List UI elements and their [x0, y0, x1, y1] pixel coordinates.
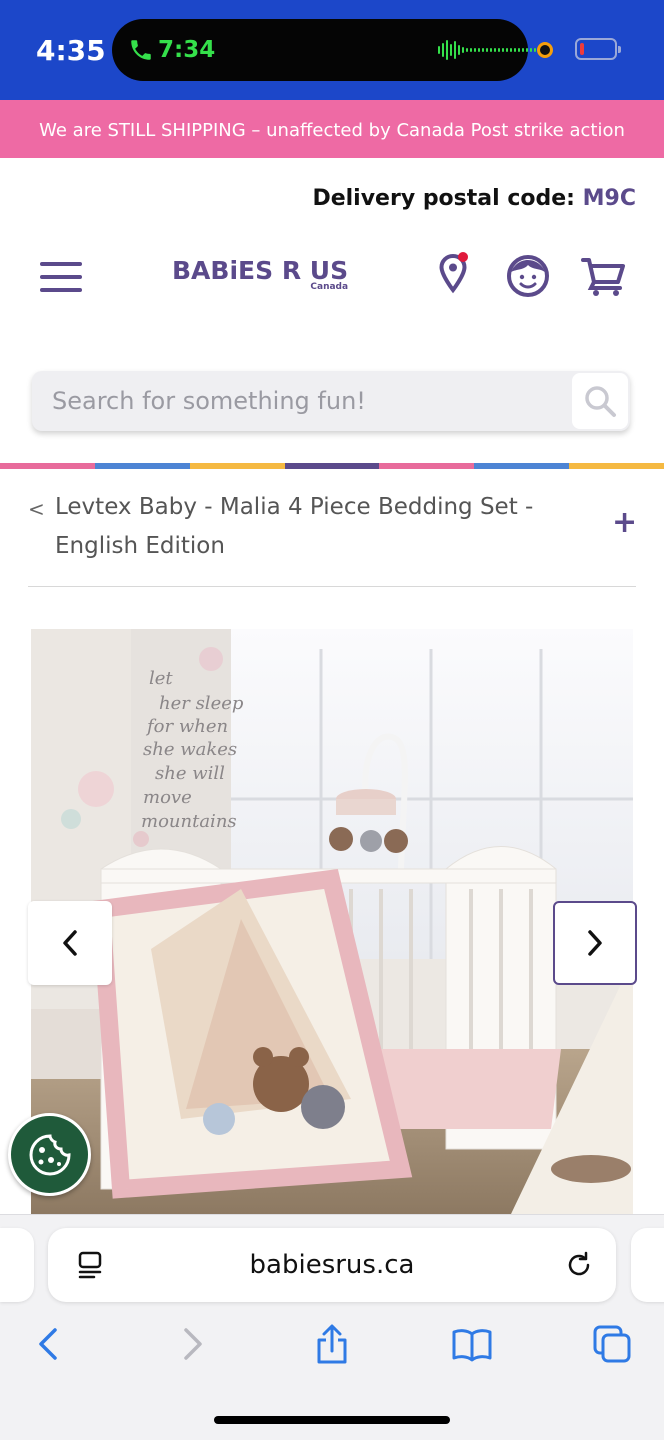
logo-subtitle: Canada — [310, 282, 349, 292]
search-input[interactable] — [32, 371, 572, 431]
share-icon — [317, 1324, 347, 1364]
location-pin-icon[interactable] — [437, 252, 469, 294]
stripe-segment — [284, 463, 380, 469]
phone-icon — [131, 40, 151, 60]
chevron-right-icon — [588, 930, 602, 956]
wall-text-line-4: she wakes — [143, 739, 237, 760]
camera-dot-icon — [537, 42, 553, 58]
bookmarks-button[interactable] — [450, 1322, 494, 1366]
wall-text-line-2: her sleep — [159, 693, 244, 714]
forward-icon — [184, 1328, 202, 1360]
stripe-segment — [474, 463, 570, 469]
cookie-settings-button[interactable] — [8, 1113, 91, 1196]
back-button[interactable] — [26, 1322, 70, 1366]
stripe-segment — [189, 463, 285, 469]
next-tab-peek[interactable] — [631, 1228, 664, 1302]
back-icon — [39, 1328, 57, 1360]
chevron-left-icon — [63, 930, 77, 956]
back-link[interactable]: < — [28, 497, 45, 521]
site-logo[interactable]: BABiES R US Canada — [172, 256, 349, 292]
color-stripe — [0, 463, 664, 469]
search-bar — [32, 371, 630, 431]
promo-banner[interactable]: We are STILL SHIPPING – unaffected by Ca… — [0, 100, 664, 158]
cookie-icon — [29, 1133, 71, 1175]
postal-code[interactable]: M9C — [583, 186, 636, 211]
wall-text-line-3: for when — [145, 716, 228, 737]
product-title: Levtex Baby - Malia 4 Piece Bedding Set … — [55, 494, 534, 559]
url-text: babiesrus.ca — [249, 1250, 415, 1280]
search-button[interactable] — [572, 373, 628, 429]
menu-icon[interactable] — [40, 262, 82, 294]
stripe-segment — [94, 463, 190, 469]
expand-button[interactable]: + — [612, 508, 637, 538]
delivery-label: Delivery postal code: — [312, 186, 575, 211]
tabs-button[interactable] — [590, 1322, 634, 1366]
reload-icon[interactable] — [564, 1250, 594, 1280]
call-indicator[interactable]: 7:34 — [128, 33, 215, 67]
cart-icon[interactable] — [580, 256, 626, 298]
stripe-segment — [0, 463, 95, 469]
bookmarks-icon — [452, 1329, 492, 1362]
delivery-postal-code[interactable]: Delivery postal code: M9C — [312, 186, 636, 211]
previous-tab-peek[interactable] — [0, 1228, 34, 1302]
wall-text-line-1: let — [149, 668, 173, 689]
stripe-segment — [569, 463, 664, 469]
product-image[interactable]: let her sleep for when she wakes she wil… — [31, 629, 633, 1214]
waveform-icon — [438, 39, 548, 61]
forward-button[interactable] — [171, 1322, 215, 1366]
status-time: 4:35 — [36, 34, 106, 67]
wall-text-line-5: she will — [155, 763, 225, 784]
logo-text: BABiES R US — [172, 256, 349, 285]
page: 4:35 7:34 We are STILL SHIPPING – unaffe… — [0, 0, 664, 1440]
carousel-prev-button[interactable] — [28, 901, 112, 985]
wall-text-line-7: mountains — [141, 811, 237, 832]
tabs-icon — [593, 1325, 631, 1363]
stripe-segment — [379, 463, 475, 469]
divider — [28, 586, 636, 587]
search-icon — [585, 386, 616, 417]
battery-icon — [575, 38, 621, 60]
carousel-next-button[interactable] — [553, 901, 637, 985]
promo-text: We are STILL SHIPPING – unaffected by Ca… — [39, 120, 625, 141]
share-button[interactable] — [310, 1322, 354, 1366]
call-duration: 7:34 — [158, 37, 216, 63]
wall-text-line-6: move — [143, 787, 192, 808]
status-bar: 4:35 7:34 — [0, 0, 664, 100]
dynamic-island[interactable]: 7:34 — [112, 19, 548, 81]
address-bar[interactable]: babiesrus.ca — [48, 1228, 616, 1302]
home-indicator — [214, 1416, 450, 1424]
account-face-icon[interactable] — [506, 254, 550, 298]
